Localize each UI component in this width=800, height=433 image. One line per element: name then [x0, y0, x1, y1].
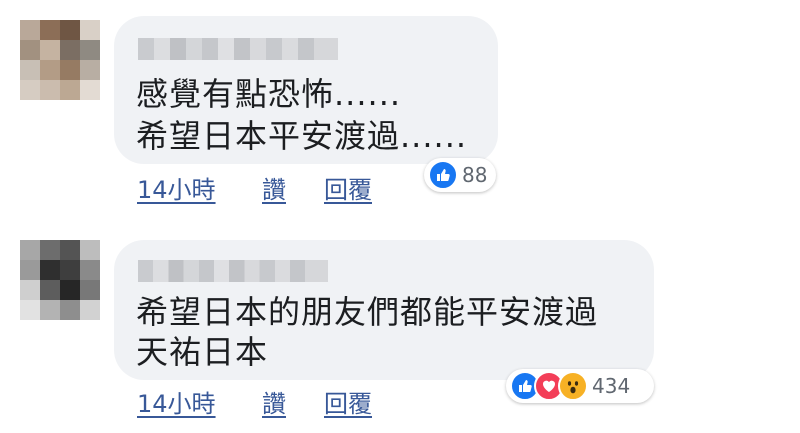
timestamp-link[interactable]: 14小時: [137, 170, 216, 205]
like-button[interactable]: 讚: [262, 384, 286, 419]
commenter-name[interactable]: [138, 260, 328, 282]
comment-text-line: 希望日本的朋友們都能平安渡過: [136, 293, 599, 331]
reply-button[interactable]: 回覆: [324, 170, 372, 205]
comment-1: 感覺有點恐怖...... 希望日本平安渡過...... 88 14小時 讚 回覆: [0, 0, 800, 210]
comment-bubble: 希望日本的朋友們都能平安渡過 天祐日本: [114, 240, 654, 380]
like-button[interactable]: 讚: [262, 170, 286, 205]
comment-bubble: 感覺有點恐怖...... 希望日本平安渡過......: [114, 16, 498, 164]
wow-icon: [558, 371, 588, 401]
avatar[interactable]: [20, 240, 100, 320]
comment-2: 希望日本的朋友們都能平安渡過 天祐日本 434 14小時 讚 回覆: [0, 210, 800, 433]
reaction-summary[interactable]: 88: [424, 158, 496, 192]
reaction-summary[interactable]: 434: [506, 369, 654, 403]
avatar[interactable]: [20, 20, 100, 100]
reply-button[interactable]: 回覆: [324, 384, 372, 419]
reaction-count: 434: [592, 374, 631, 398]
comment-text-line: 感覺有點恐怖......: [136, 75, 402, 113]
comment-text-line: 希望日本平安渡過......: [136, 117, 468, 155]
commenter-name[interactable]: [138, 38, 338, 60]
like-icon: [428, 160, 458, 190]
timestamp-link[interactable]: 14小時: [137, 384, 216, 419]
comment-text-line: 天祐日本: [136, 333, 269, 371]
reaction-count: 88: [462, 163, 488, 187]
